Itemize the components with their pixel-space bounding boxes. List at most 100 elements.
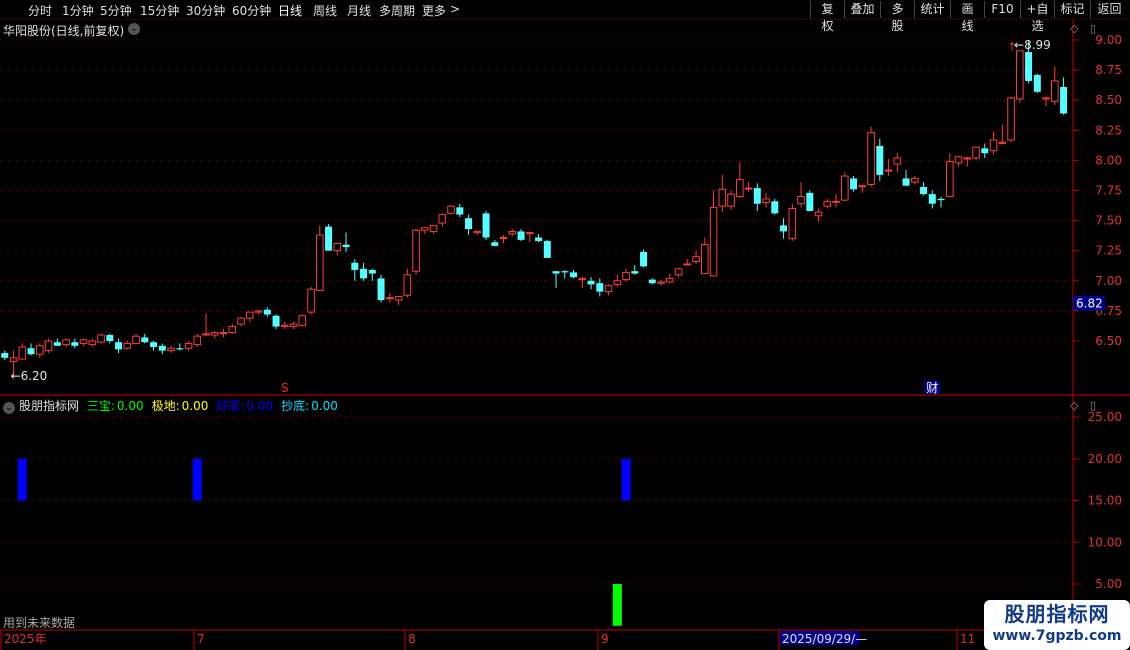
candle-body-down — [552, 271, 560, 274]
price-tick-label: 8.00 — [1095, 153, 1122, 167]
candle-body-down — [71, 342, 79, 346]
candle-body-up — [604, 285, 613, 293]
indicator-label-0: 三宝: — [86, 399, 115, 413]
indicator-tick-label: 20.00 — [1088, 452, 1122, 466]
chevron-down-icon[interactable]: ⌄ — [128, 23, 140, 35]
candle-body-up — [193, 335, 202, 346]
toolbar-action-5[interactable]: F10 — [984, 1, 1020, 18]
candle-body-down — [753, 188, 761, 204]
candle-body-up — [1042, 97, 1050, 100]
price-tick-label: 7.75 — [1095, 184, 1122, 198]
indicator-tick-label: 5.00 — [1095, 577, 1122, 591]
candle-body-down — [368, 269, 376, 274]
period-tab-7[interactable]: 周线 — [313, 2, 337, 19]
period-tab-0[interactable]: 分时 — [28, 2, 52, 19]
candle-body-up — [403, 274, 412, 296]
candle-body-up — [132, 335, 140, 344]
candle-body-up — [989, 139, 998, 152]
toolbar-action-8[interactable]: 返回 — [1090, 1, 1128, 18]
indicator-tick-label: 15.00 — [1088, 494, 1122, 508]
candle-body-up — [736, 179, 744, 198]
candle-body-down — [27, 348, 35, 355]
indicator-bar-blue — [192, 458, 202, 501]
candle-body-up — [254, 310, 263, 313]
candle-body-up — [44, 340, 53, 352]
period-tab-9[interactable]: 多周期 — [379, 2, 415, 19]
candle-body-up — [814, 211, 823, 217]
candle-body-down — [920, 186, 928, 195]
candle-body-up — [674, 268, 683, 276]
candle-body-up — [298, 315, 307, 326]
panel-toggle-icon[interactable]: ▯ — [1090, 399, 1096, 412]
candle-body-up — [692, 256, 700, 263]
candle-body-up — [526, 232, 534, 235]
price-tick-label: 9.00 — [1095, 33, 1122, 47]
period-tab-1[interactable]: 1分钟 — [62, 2, 94, 19]
candle-body-up — [429, 224, 438, 232]
candle-body-down — [587, 280, 595, 285]
candle-body-down — [360, 268, 368, 279]
candle-body-up — [963, 157, 972, 160]
toolbar-action-3[interactable]: 统计 — [914, 1, 950, 18]
toolbar-action-7[interactable]: 标记 — [1054, 1, 1090, 18]
indicator-legend: ⌄ 股朋指标网 三宝: 0.00 极地: 0.00 好底: 0.00 抄底: 0.00 — [0, 397, 350, 415]
toolbar-action-1[interactable]: 叠加 — [844, 1, 880, 18]
candle-body-up — [18, 346, 27, 360]
period-tab-3[interactable]: 15分钟 — [140, 2, 179, 19]
candle-body-up — [228, 326, 237, 334]
candle-body-up — [893, 157, 902, 165]
candle-body-up — [884, 169, 893, 172]
diamond-icon[interactable]: ◇ — [1070, 22, 1078, 35]
candle-body-down — [325, 226, 333, 251]
toolbar-action-4[interactable]: 画线 — [950, 1, 984, 33]
toolbar-action-2[interactable]: 多股 — [880, 1, 914, 33]
candle-body-up — [1007, 97, 1015, 141]
more-arrow-icon[interactable]: > — [450, 2, 460, 16]
toolbar-action-6[interactable]: +自选 — [1020, 1, 1054, 33]
period-tab-10[interactable]: 更多 — [422, 2, 446, 19]
candle-body-up — [858, 185, 867, 188]
candle-body-down — [543, 241, 551, 258]
candle-body-up — [412, 229, 420, 272]
watermark-title: 股朋指标网 — [1004, 602, 1110, 626]
period-tab-2[interactable]: 5分钟 — [100, 2, 132, 19]
panel-toggle-icon[interactable]: ▯ — [1090, 22, 1096, 35]
price-tick-label: 7.25 — [1095, 244, 1122, 258]
indicator-value-0: 0.00 — [116, 399, 144, 413]
candle-body-up — [613, 280, 622, 285]
candle-body-up — [307, 288, 315, 313]
diamond-icon[interactable]: ◇ — [1070, 399, 1078, 412]
candle-body-down — [115, 342, 123, 350]
candle-body-up — [237, 317, 245, 325]
candle-body-down — [342, 244, 350, 248]
candle-body-up — [246, 311, 254, 319]
period-tab-6[interactable]: 日线 — [278, 2, 302, 19]
candle-body-down — [596, 283, 604, 292]
candle-body-up — [666, 277, 674, 283]
candle-body-down — [517, 231, 525, 240]
candle-body-down — [876, 145, 884, 175]
candle-body-up — [841, 175, 849, 201]
indicator-value-2: 0.00 — [246, 399, 274, 413]
period-tab-5[interactable]: 60分钟 — [232, 2, 271, 19]
chevron-down-icon[interactable]: ⌄ — [3, 402, 15, 414]
cai-marker: 财 — [926, 381, 938, 395]
candle-body-up — [823, 200, 832, 207]
candle-body-down — [1060, 86, 1068, 114]
toolbar-action-0[interactable]: 复权 — [810, 1, 844, 33]
candle-body-up — [832, 200, 840, 203]
indicator-bar-blue — [621, 458, 631, 501]
candle-body-up — [788, 208, 797, 240]
candle-body-up — [911, 177, 919, 183]
candle-body-up — [184, 342, 193, 349]
stock-title[interactable]: 华阳股份(日线,前复权) — [3, 22, 124, 39]
candle-body-up — [289, 323, 298, 328]
period-tab-4[interactable]: 30分钟 — [186, 2, 225, 19]
indicator-name[interactable]: 股朋指标网 — [19, 399, 79, 413]
candle-body-up — [97, 334, 105, 343]
watermark-logo: 股朋指标网 www.7gpzb.com — [984, 600, 1130, 650]
period-tab-8[interactable]: 月线 — [347, 2, 371, 19]
candle-body-up — [998, 141, 1007, 144]
candle-body-up — [211, 332, 219, 336]
candle-body-up — [62, 339, 70, 346]
